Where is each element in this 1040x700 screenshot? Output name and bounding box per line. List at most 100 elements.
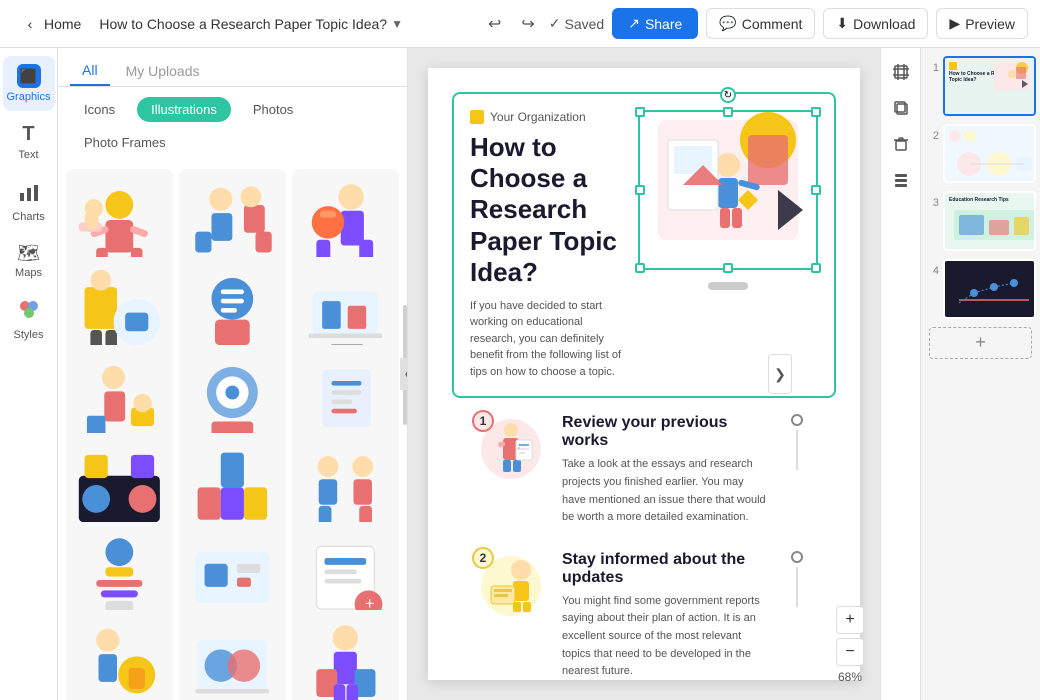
chevron-down-icon[interactable]: ▼ [391,17,403,31]
more-options-button[interactable] [885,164,917,196]
slide-title: How to Choose a Research Paper Topic Ide… [470,132,622,288]
redo-button[interactable]: ↪ [515,8,540,40]
charts-icon [18,181,40,208]
filter-icons[interactable]: Icons [70,97,129,122]
maps-label: Maps [15,267,42,279]
graphics-icon: ⬛ [17,64,41,88]
canvas-scroll[interactable]: Your Organization How to Choose a Resear… [408,48,880,700]
main-layout: ⬛ Graphics T Text Charts 🗺 Maps Styles A… [0,48,1040,700]
list-item[interactable] [292,610,399,700]
slide-description: If you have decided to start working on … [470,298,622,381]
share-label: Share [645,16,682,32]
home-label: Home [44,16,81,32]
preview-label: Preview [965,16,1015,32]
sidebar-icons: ⬛ Graphics T Text Charts 🗺 Maps Styles [0,48,58,700]
canvas-area: Your Organization How to Choose a Resear… [408,48,920,700]
slide-header: Your Organization How to Choose a Resear… [452,92,836,398]
org-label-text: Your Organization [490,110,586,124]
add-icon: + [975,332,986,353]
text-label: Text [18,149,38,161]
top-bar-actions: ↩ ↪ ✓ Saved ↗ Share 💬 Comment ⬇ Download… [482,8,1028,40]
filter-photos[interactable]: Photos [239,97,307,122]
preview-button[interactable]: ▶ Preview [936,8,1028,39]
slide-thumbnail-2[interactable] [943,124,1036,184]
crop-button[interactable] [885,56,917,88]
info-text-1: Take a look at the essays and research p… [562,456,766,526]
info-title-2: Stay informed about the updates [562,551,766,587]
doc-title-area: How to Choose a Research Paper Topic Ide… [99,16,474,32]
sidebar-item-maps[interactable]: 🗺 Maps [3,235,55,287]
slide-num-4: 4 [925,259,939,277]
slide-thumb-wrapper-4: 4 [925,259,1036,319]
slide-thumbnail-4[interactable] [943,259,1036,319]
slide-thumb-wrapper-1: 1 How to Choose a Research Paper Topic I… [925,56,1036,116]
org-label: Your Organization [470,110,622,124]
tab-uploads[interactable]: My Uploads [114,56,212,86]
add-slide-button[interactable]: + [929,327,1032,359]
sidebar-item-styles[interactable]: Styles [3,291,55,349]
slide-num-2: 2 [925,124,939,142]
top-bar: ‹ Home How to Choose a Research Paper To… [0,0,1040,48]
canvas-next-button[interactable]: ❯ [768,354,792,394]
download-icon: ⬇ [836,15,848,32]
slides-panel: 1 How to Choose a Research Paper Topic I… [920,48,1040,700]
filter-illustrations[interactable]: Illustrations [137,97,231,122]
comment-label: Comment [742,16,803,32]
sidebar-item-charts[interactable]: Charts [3,173,55,231]
info-text-2: You might find some government reports s… [562,593,766,681]
styles-icon [18,299,40,326]
chevron-left-icon: ‹ [22,16,38,32]
assets-panel: All My Uploads Icons Illustrations Photo… [58,48,408,700]
infographic-section: ✓ ✗ 1 Review your previous works Take a … [452,414,836,700]
styles-label: Styles [14,329,44,341]
slide-thumb-wrapper-3: 3 Education Research Tips [925,191,1036,251]
saved-indicator: ✓ Saved [549,15,604,32]
info-title-1: Review your previous works [562,414,766,450]
doc-title-text[interactable]: How to Choose a Research Paper Topic Ide… [99,16,387,32]
filter-frames[interactable]: Photo Frames [70,130,180,155]
rotate-handle[interactable]: ↻ [720,87,736,103]
home-button[interactable]: ‹ Home [12,10,91,38]
zoom-in-button[interactable]: + [836,606,864,634]
slide-thumb-wrapper-2: 2 [925,124,1036,184]
text-icon: T [22,123,34,146]
check-icon: ✓ [549,15,561,32]
svg-text:✗: ✗ [517,446,520,451]
download-button[interactable]: ⬇ Download [823,8,928,39]
slide-illustration[interactable]: ↻ [638,110,818,270]
illustrations-grid: + [58,165,407,700]
copy-button[interactable] [885,92,917,124]
download-label: Download [853,16,915,32]
sidebar-item-graphics[interactable]: ⬛ Graphics [3,56,55,111]
list-item[interactable] [66,610,173,700]
undo-button[interactable]: ↩ [482,8,507,40]
slide-num-3: 3 [925,191,939,209]
slide-1: Your Organization How to Choose a Resear… [428,68,860,700]
tab-all[interactable]: All [70,56,110,86]
move-handle-bar[interactable] [708,282,748,290]
charts-label: Charts [12,211,44,223]
comment-icon: 💬 [719,15,736,32]
canvas-content: Your Organization How to Choose a Resear… [428,68,860,680]
zoom-out-button[interactable]: − [836,638,864,666]
comment-button[interactable]: 💬 Comment [706,8,815,39]
slide-header-text: Your Organization How to Choose a Resear… [470,110,622,380]
zoom-level: 68% [838,670,862,684]
assets-tabs: All My Uploads [58,48,407,87]
info-item-2: 2 Stay informed about the updates You mi… [476,551,812,681]
slide-num-1: 1 [925,56,939,74]
slide-thumbnail-1[interactable]: How to Choose a Research Paper Topic Ide… [943,56,1036,116]
info-content-1: Review your previous works Take a look a… [562,414,766,526]
list-item[interactable] [179,610,286,700]
collapse-panel-button[interactable]: ❮ [400,358,408,390]
share-icon: ↗ [628,15,640,32]
slide-thumbnail-3[interactable]: Education Research Tips [943,191,1036,251]
maps-icon: 🗺 [17,243,40,264]
preview-icon: ▶ [949,15,960,32]
canvas-right-toolbar [880,48,920,700]
sidebar-item-text[interactable]: T Text [3,115,55,169]
delete-button[interactable] [885,128,917,160]
info-content-2: Stay informed about the updates You migh… [562,551,766,681]
share-button[interactable]: ↗ Share [612,8,698,39]
org-dot [470,110,484,124]
